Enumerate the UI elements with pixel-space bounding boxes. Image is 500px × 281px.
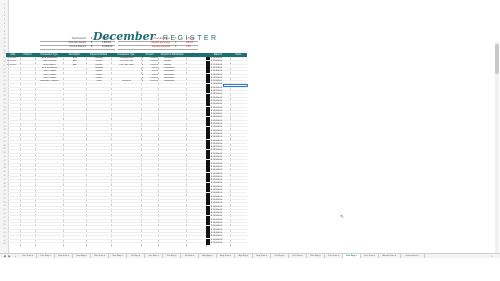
register-grid[interactable]: 12/1/2023 ATM Withdrawal ATM Housing Mortgag… [6,57,247,247]
status-marker [206,242,210,245]
cell-balance[interactable]: $ 13,000.00 [211,242,229,245]
summary-underline [40,49,115,50]
row-number[interactable]: 8 [0,31,9,34]
vertical-scrollbar[interactable] [494,42,500,253]
row-number[interactable]: 1 [0,4,9,7]
screen-bottom [0,258,500,281]
row-number[interactable]: 4 [0,15,9,18]
row-number[interactable]: 5 [0,19,9,22]
selected-cell[interactable] [223,84,248,87]
row-number[interactable]: 3 [0,12,9,15]
row-number[interactable]: 6 [0,23,9,26]
row-number[interactable]: 12 [0,46,9,49]
row-number[interactable]: 10 [0,38,9,41]
row-number[interactable]: 2 [0,8,9,11]
scrollbar-thumb[interactable] [495,44,499,74]
row-number[interactable]: 7 [0,27,9,30]
summary-underline [118,49,198,50]
mouse-cursor-icon: ↖ [340,214,345,220]
spreadsheet-area[interactable]: 1 2 3 4 5 6 7 8 9 10 11 12 13 14 15 16 17 18 19 20 21 22 23 24 2… [0,0,500,253]
row-number[interactable]: 11 [0,42,9,45]
row-number[interactable]: 9 [0,34,9,37]
